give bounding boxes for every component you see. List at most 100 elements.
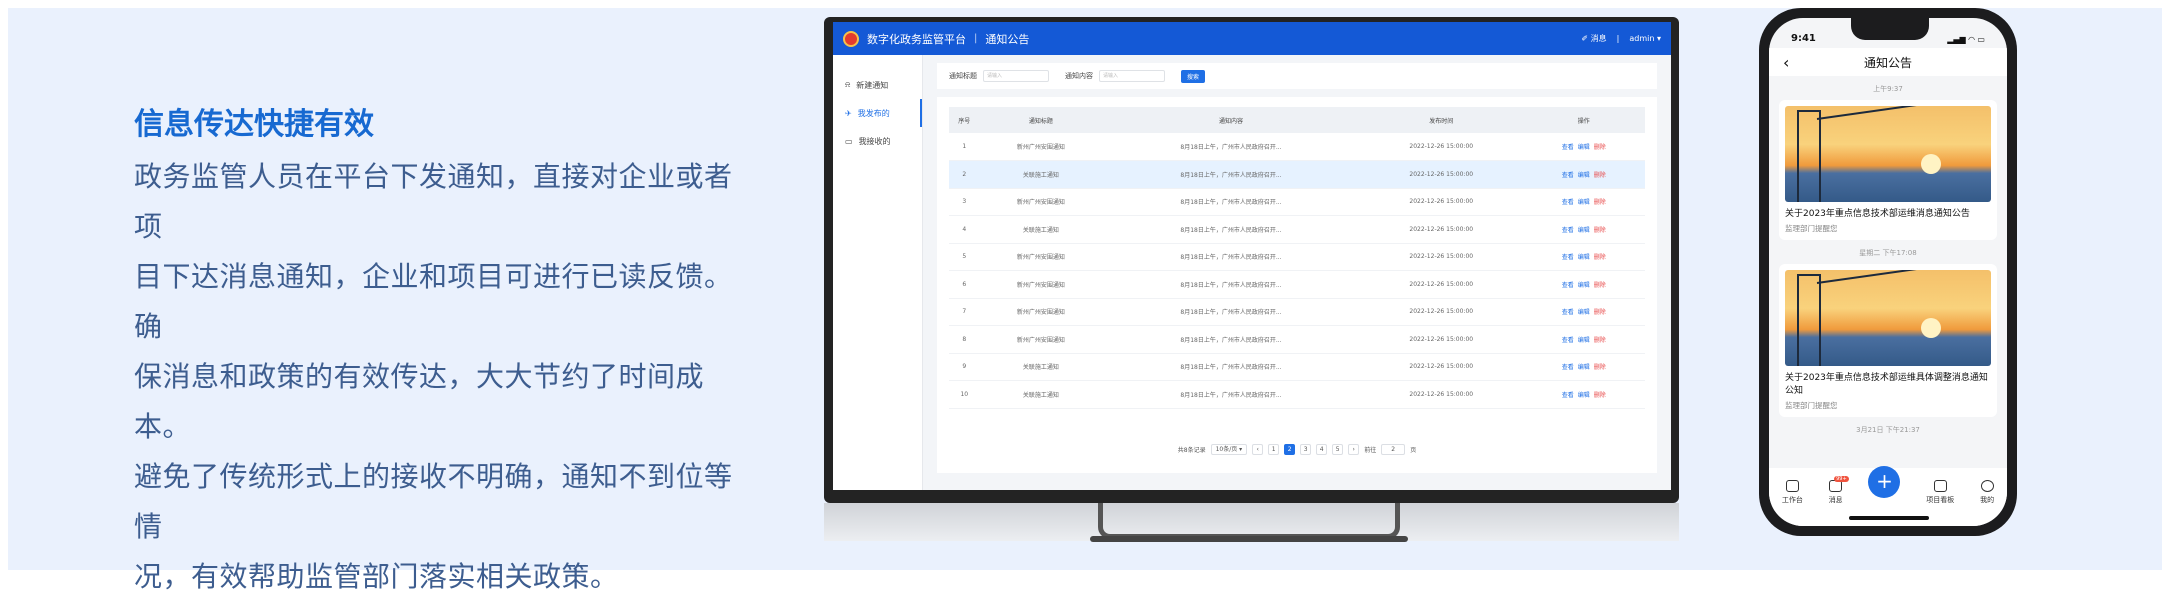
user-menu[interactable]: admin ▾	[1629, 34, 1661, 43]
notice-content-cell: 8月18日上午，广州市人民政府召开...	[1102, 270, 1360, 299]
page-size-select[interactable]: 10条/页 ▾	[1210, 444, 1248, 455]
bell-icon: ✐	[1581, 34, 1589, 43]
delete-button[interactable]: 删除	[1594, 199, 1606, 206]
edit-button[interactable]: 编辑	[1578, 227, 1590, 234]
view-button[interactable]: 查看	[1562, 364, 1574, 371]
view-button[interactable]: 查看	[1562, 227, 1574, 234]
edit-button[interactable]: 编辑	[1578, 364, 1590, 371]
table-row: 10 关联施工通知 8月18日上午，广州市人民政府召开... 2022-12-26 1…	[949, 380, 1645, 409]
edit-button[interactable]: 编辑	[1578, 144, 1590, 151]
app-body: ⍾ 新建通知 ✈ 我发布的 ▭ 我接收的 通知标题 请输入 通知内容 请输入 搜索 序…	[833, 55, 1671, 490]
delete-button[interactable]: 删除	[1594, 309, 1606, 316]
edit-button[interactable]: 编辑	[1578, 282, 1590, 289]
row-actions: 查看 编辑 删除	[1522, 270, 1645, 299]
page-button[interactable]: 5	[1332, 444, 1344, 455]
notice-time: 上午9:37	[1873, 85, 1903, 93]
sidebar-item-label: 我发布的	[857, 108, 890, 118]
chart-icon	[1933, 480, 1947, 492]
message-badge: 99+	[1834, 476, 1849, 482]
notice-card[interactable]: 关于2023年重点信息技术部运维具体调整消息通知公知 监理部门提醒您	[1779, 264, 1997, 417]
view-button[interactable]: 查看	[1562, 254, 1574, 261]
tab-label: 消息	[1828, 496, 1843, 504]
notice-content-cell: 8月18日上午，广州市人民政府召开...	[1102, 188, 1360, 216]
sidebar-item-new[interactable]: ⍾ 新建通知	[833, 71, 922, 99]
tab-label: 项目看板	[1926, 496, 1955, 504]
view-button[interactable]: 查看	[1562, 199, 1574, 206]
publish-time-cell: 2022-12-26 15:00:00	[1360, 298, 1523, 326]
construction-photo	[1785, 270, 1991, 366]
phone-notch	[1851, 18, 1929, 40]
delete-button[interactable]: 删除	[1594, 172, 1606, 179]
tab-workbench[interactable]: 工作台	[1782, 480, 1803, 505]
edit-button[interactable]: 编辑	[1578, 392, 1590, 399]
notice-content-cell: 8月18日上午，广州市人民政府召开...	[1102, 215, 1360, 244]
publish-time-cell: 2022-12-26 15:00:00	[1360, 160, 1523, 189]
tab-profile[interactable]: 我的	[1980, 480, 1994, 505]
add-button[interactable]: +	[1868, 466, 1901, 498]
goto-label: 前往	[1364, 447, 1377, 454]
view-button[interactable]: 查看	[1562, 144, 1574, 151]
notice-content-cell: 8月18日上午，广州市人民政府召开...	[1102, 380, 1360, 409]
intro-line: 政务监管人员在平台下发通知，直接对企业或者项	[134, 160, 733, 243]
content-filter-input[interactable]: 请输入	[1099, 70, 1165, 82]
notice-content-cell: 8月18日上午，广州市人民政府召开...	[1102, 133, 1360, 161]
row-number: 4	[949, 215, 980, 244]
back-arrow-icon[interactable]: ‹	[1783, 53, 1789, 72]
tab-add[interactable]: +	[1868, 466, 1901, 498]
search-button[interactable]: 搜索	[1181, 69, 1206, 83]
sidebar-item-received[interactable]: ▭ 我接收的	[833, 127, 922, 155]
intro-body: 政务监管人员在平台下发通知，直接对企业或者项 目下达消息通知，企业和项目可进行已…	[134, 152, 734, 602]
edit-button[interactable]: 编辑	[1578, 337, 1590, 344]
edit-button[interactable]: 编辑	[1578, 254, 1590, 261]
column-header: 发布时间	[1360, 107, 1523, 133]
delete-button[interactable]: 删除	[1594, 337, 1606, 344]
edit-button[interactable]: 编辑	[1578, 199, 1590, 206]
notice-card[interactable]: 关于2023年重点信息技术部运维消息通知公告 监理部门提醒您	[1779, 100, 1997, 240]
notice-title: 关于2023年重点信息技术部运维消息通知公告	[1785, 209, 1970, 219]
tab-messages[interactable]: 99+ 消息	[1828, 476, 1849, 505]
sidebar-item-label: 新建通知	[856, 80, 889, 90]
goto-page-input[interactable]: 2	[1381, 444, 1406, 455]
view-button[interactable]: 查看	[1562, 282, 1574, 289]
tv-foot	[1090, 536, 1408, 542]
row-number: 9	[949, 353, 980, 381]
mobile-screen: 9:41 ▂▄▆ ◠ ▭ ‹ 通知公告 上午9:37 关于2023年重点信息技术…	[1769, 18, 2007, 526]
messages-link[interactable]: ✐ 消息	[1581, 33, 1606, 44]
prev-page-button[interactable]: ‹	[1252, 444, 1264, 455]
notice-table: 序号 通知标题 通知内容 发布时间 操作 1 新州广州安围通知 8月18日上午，广州…	[949, 107, 1645, 409]
view-button[interactable]: 查看	[1562, 309, 1574, 316]
delete-button[interactable]: 删除	[1594, 282, 1606, 289]
edit-button[interactable]: 编辑	[1578, 309, 1590, 316]
row-actions: 查看 编辑 删除	[1522, 160, 1645, 189]
publish-time-cell: 2022-12-26 15:00:00	[1360, 353, 1523, 381]
row-actions: 查看 编辑 删除	[1522, 353, 1645, 381]
app-header: 数字化政务监管平台 | 通知公告 ✐ 消息 | admin ▾	[833, 22, 1671, 55]
sidebar-item-published[interactable]: ✈ 我发布的	[833, 99, 922, 127]
view-button[interactable]: 查看	[1562, 172, 1574, 179]
header-actions: ✐ 消息 | admin ▾	[1581, 33, 1661, 44]
title-filter-input[interactable]: 请输入	[983, 70, 1049, 82]
intro-line: 况，有效帮助监管部门落实相关政策。	[134, 560, 619, 593]
row-number: 10	[949, 380, 980, 409]
delete-button[interactable]: 删除	[1594, 227, 1606, 234]
view-button[interactable]: 查看	[1562, 337, 1574, 344]
delete-button[interactable]: 删除	[1594, 392, 1606, 399]
notice-table-card: 序号 通知标题 通知内容 发布时间 操作 1 新州广州安围通知 8月18日上午，广州…	[937, 97, 1657, 473]
publish-time-cell: 2022-12-26 15:00:00	[1360, 243, 1523, 271]
delete-button[interactable]: 删除	[1594, 364, 1606, 371]
pagination: 共8条记录 10条/页 ▾ ‹ 12345 › 前往 2 页	[937, 444, 1657, 455]
column-header: 通知标题	[979, 107, 1103, 133]
page-button[interactable]: 4	[1316, 444, 1328, 455]
page-button[interactable]: 2	[1284, 444, 1296, 455]
tab-dashboard[interactable]: 项目看板	[1926, 480, 1954, 505]
next-page-button[interactable]: ›	[1348, 444, 1360, 455]
content-filter-label: 通知内容	[1065, 72, 1093, 80]
view-button[interactable]: 查看	[1562, 392, 1574, 399]
page-button[interactable]: 1	[1268, 444, 1280, 455]
page-button[interactable]: 3	[1300, 444, 1312, 455]
edit-button[interactable]: 编辑	[1578, 172, 1590, 179]
notice-title-cell: 新州广州安围通知	[979, 188, 1103, 216]
delete-button[interactable]: 删除	[1594, 254, 1606, 261]
bell-icon: ⍾	[845, 80, 851, 89]
delete-button[interactable]: 删除	[1594, 144, 1606, 151]
